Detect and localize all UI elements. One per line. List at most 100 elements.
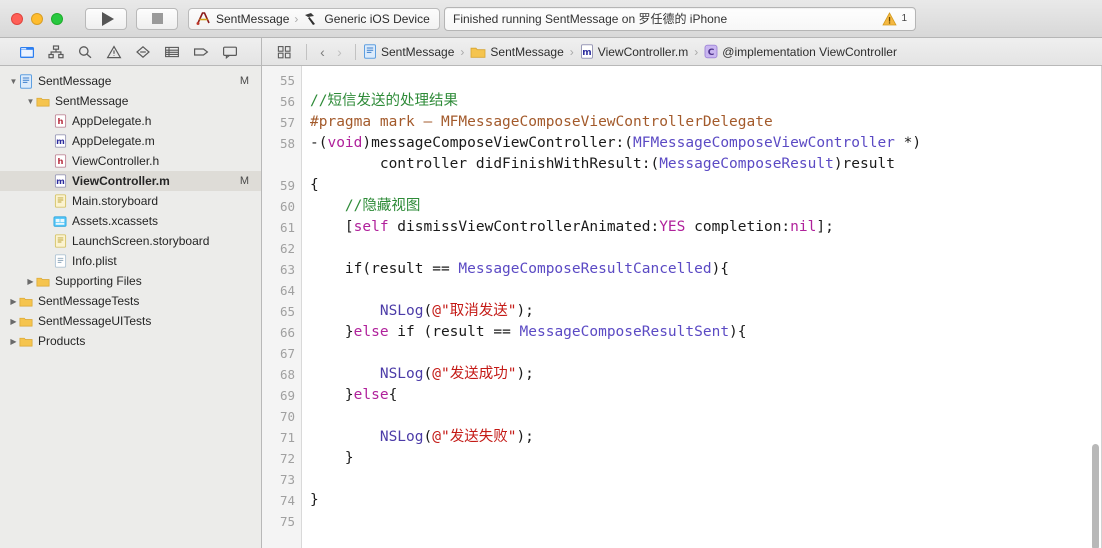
code-line[interactable]: controller didFinishWithResult:(MessageC…: [310, 154, 1102, 175]
folder-icon: [36, 274, 50, 288]
folder-icon: [36, 94, 50, 108]
navigator-item-assets-xcassets[interactable]: · Assets.xcassets: [0, 211, 261, 231]
code-token: {: [388, 387, 398, 403]
run-button[interactable]: [85, 7, 127, 30]
code-line[interactable]: //短信发送的处理结果: [310, 91, 1102, 112]
navigator-item-label: Supporting Files: [55, 274, 142, 288]
code-token: YES: [659, 219, 686, 235]
code-line[interactable]: [310, 280, 1102, 301]
breadcrumb-project[interactable]: SentMessage: [363, 44, 454, 59]
code-content[interactable]: //短信发送的处理结果 #pragma mark — MFMessageCompo…: [302, 66, 1102, 548]
code-line[interactable]: [310, 238, 1102, 259]
disclosure-triangle-open-icon[interactable]: ▼: [8, 77, 19, 86]
related-items-icon[interactable]: [270, 41, 299, 63]
project-navigator[interactable]: ▼SentMessageM▼SentMessage·hAppDelegate.h…: [0, 66, 262, 548]
code-line[interactable]: #pragma mark — MFMessageComposeViewContr…: [310, 112, 1102, 133]
code-line[interactable]: [self dismissViewControllerAnimated:YES …: [310, 217, 1102, 238]
code-token: void: [327, 135, 363, 151]
code-line[interactable]: }: [310, 448, 1102, 469]
breadcrumb-file[interactable]: m ViewController.m: [580, 44, 688, 59]
back-button[interactable]: ‹: [314, 44, 331, 60]
navigator-item-launchscreen-storyboard[interactable]: · LaunchScreen.storyboard: [0, 231, 261, 251]
navigator-item-info-plist[interactable]: · Info.plist: [0, 251, 261, 271]
disclosure-triangle-closed-icon[interactable]: ▶: [8, 297, 19, 306]
line-number: 61: [279, 220, 295, 235]
disclosure-spacer: ·: [42, 157, 53, 166]
navigator-item-main-storyboard[interactable]: · Main.storyboard: [0, 191, 261, 211]
code-line[interactable]: NSLog(@"发送成功");: [310, 364, 1102, 385]
vertical-scrollbar[interactable]: [1092, 444, 1099, 548]
navigator-item-viewcontroller-h[interactable]: · h ViewController.h: [0, 151, 261, 171]
code-line[interactable]: }else if (result == MessageComposeResult…: [310, 322, 1102, 343]
navigator-item-sentmessage[interactable]: ▼ SentMessage: [0, 91, 261, 111]
navigator-item-appdelegate-h[interactable]: · h AppDelegate.h: [0, 111, 261, 131]
code-token: ){: [729, 324, 747, 340]
breadcrumb-folder[interactable]: SentMessage: [470, 44, 564, 59]
code-line[interactable]: [310, 511, 1102, 532]
code-token: ];: [816, 219, 834, 235]
line-number: 67: [279, 346, 295, 361]
navigator-item-appdelegate-m[interactable]: ·m AppDelegate.m: [0, 131, 261, 151]
navigator-item-sentmessage[interactable]: ▼ SentMessage M: [0, 71, 261, 91]
code-token: NSLog: [379, 303, 424, 319]
tag-icon[interactable]: [186, 41, 215, 63]
stop-button[interactable]: [136, 7, 178, 30]
code-token: //隐藏视图: [344, 198, 421, 214]
comment-icon[interactable]: [215, 41, 244, 63]
status-badge: M: [239, 175, 249, 187]
code-line[interactable]: if(result == MessageComposeResultCancell…: [310, 259, 1102, 280]
warning-triangle-icon[interactable]: [882, 11, 898, 26]
breadcrumb-symbol[interactable]: C @implementation ViewController: [704, 44, 897, 59]
line-number: 62: [279, 241, 295, 256]
code-token: if(result ==: [310, 261, 459, 277]
breadcrumb-label: SentMessage: [490, 44, 564, 59]
code-line[interactable]: [310, 343, 1102, 364]
code-line[interactable]: NSLog(@"取消发送");: [310, 301, 1102, 322]
code-line[interactable]: {: [310, 175, 1102, 196]
navigator-item-products[interactable]: ▶ Products: [0, 331, 261, 351]
navigator-item-viewcontroller-m[interactable]: ·m ViewController.m M: [0, 171, 261, 191]
code-line[interactable]: [310, 469, 1102, 490]
code-line[interactable]: [310, 70, 1102, 91]
code-line[interactable]: }else{: [310, 385, 1102, 406]
disclosure-triangle-open-icon[interactable]: ▼: [25, 97, 36, 106]
code-token: MessageComposeResultSent: [519, 324, 730, 340]
navigator-item-sentmessageuitests[interactable]: ▶ SentMessageUITests: [0, 311, 261, 331]
code-line[interactable]: -(void)messageComposeViewController:(MFM…: [310, 133, 1102, 154]
breadcrumb-label: SentMessage: [381, 44, 455, 59]
code-line[interactable]: //隐藏视图: [310, 196, 1102, 217]
code-line[interactable]: NSLog(@"发送失败");: [310, 427, 1102, 448]
folder-icon[interactable]: [12, 41, 41, 63]
warning-triangle-icon[interactable]: [99, 41, 128, 63]
activity-status-bar[interactable]: Finished running SentMessage on 罗任德的 iPh…: [444, 6, 916, 31]
diamond-icon[interactable]: [128, 41, 157, 63]
project-icon: [19, 73, 33, 89]
close-window-button[interactable]: [11, 12, 23, 25]
navigator-item-label: AppDelegate.m: [72, 134, 155, 148]
minimize-window-button[interactable]: [31, 12, 43, 25]
jump-bar-divider-2: [355, 43, 356, 60]
jump-bar-divider: [306, 43, 307, 60]
code-token: -(: [310, 135, 328, 151]
source-editor[interactable]: 55 56 57 58 · 59 60 61 62 63 64 65 66 67 68 69 70 71 72 73 7…: [262, 66, 1102, 548]
navigator-item-sentmessagetests[interactable]: ▶ SentMessageTests: [0, 291, 261, 311]
code-token: dismissViewControllerAnimated:: [388, 219, 660, 235]
destination-name: Generic iOS Device: [324, 11, 430, 26]
code-token: [: [310, 219, 354, 235]
code-line[interactable]: }: [310, 490, 1102, 511]
disclosure-spacer: ·: [42, 217, 53, 226]
list-icon[interactable]: [157, 41, 186, 63]
breadcrumb-label: ViewController.m: [597, 44, 689, 59]
disclosure-triangle-closed-icon[interactable]: ▶: [25, 277, 36, 286]
disclosure-triangle-closed-icon[interactable]: ▶: [8, 317, 19, 326]
disclosure-triangle-closed-icon[interactable]: ▶: [8, 337, 19, 346]
code-token: NSLog: [379, 366, 424, 382]
navigator-item-supporting-files[interactable]: ▶ Supporting Files: [0, 271, 261, 291]
hierarchy-icon[interactable]: [41, 41, 70, 63]
search-icon[interactable]: [70, 41, 99, 63]
forward-button[interactable]: ›: [331, 44, 348, 60]
scheme-selector[interactable]: SentMessage › Generic iOS Device: [188, 7, 440, 30]
code-line[interactable]: [310, 406, 1102, 427]
code-token: )messageComposeViewController:(: [362, 135, 634, 151]
zoom-window-button[interactable]: [51, 12, 63, 25]
